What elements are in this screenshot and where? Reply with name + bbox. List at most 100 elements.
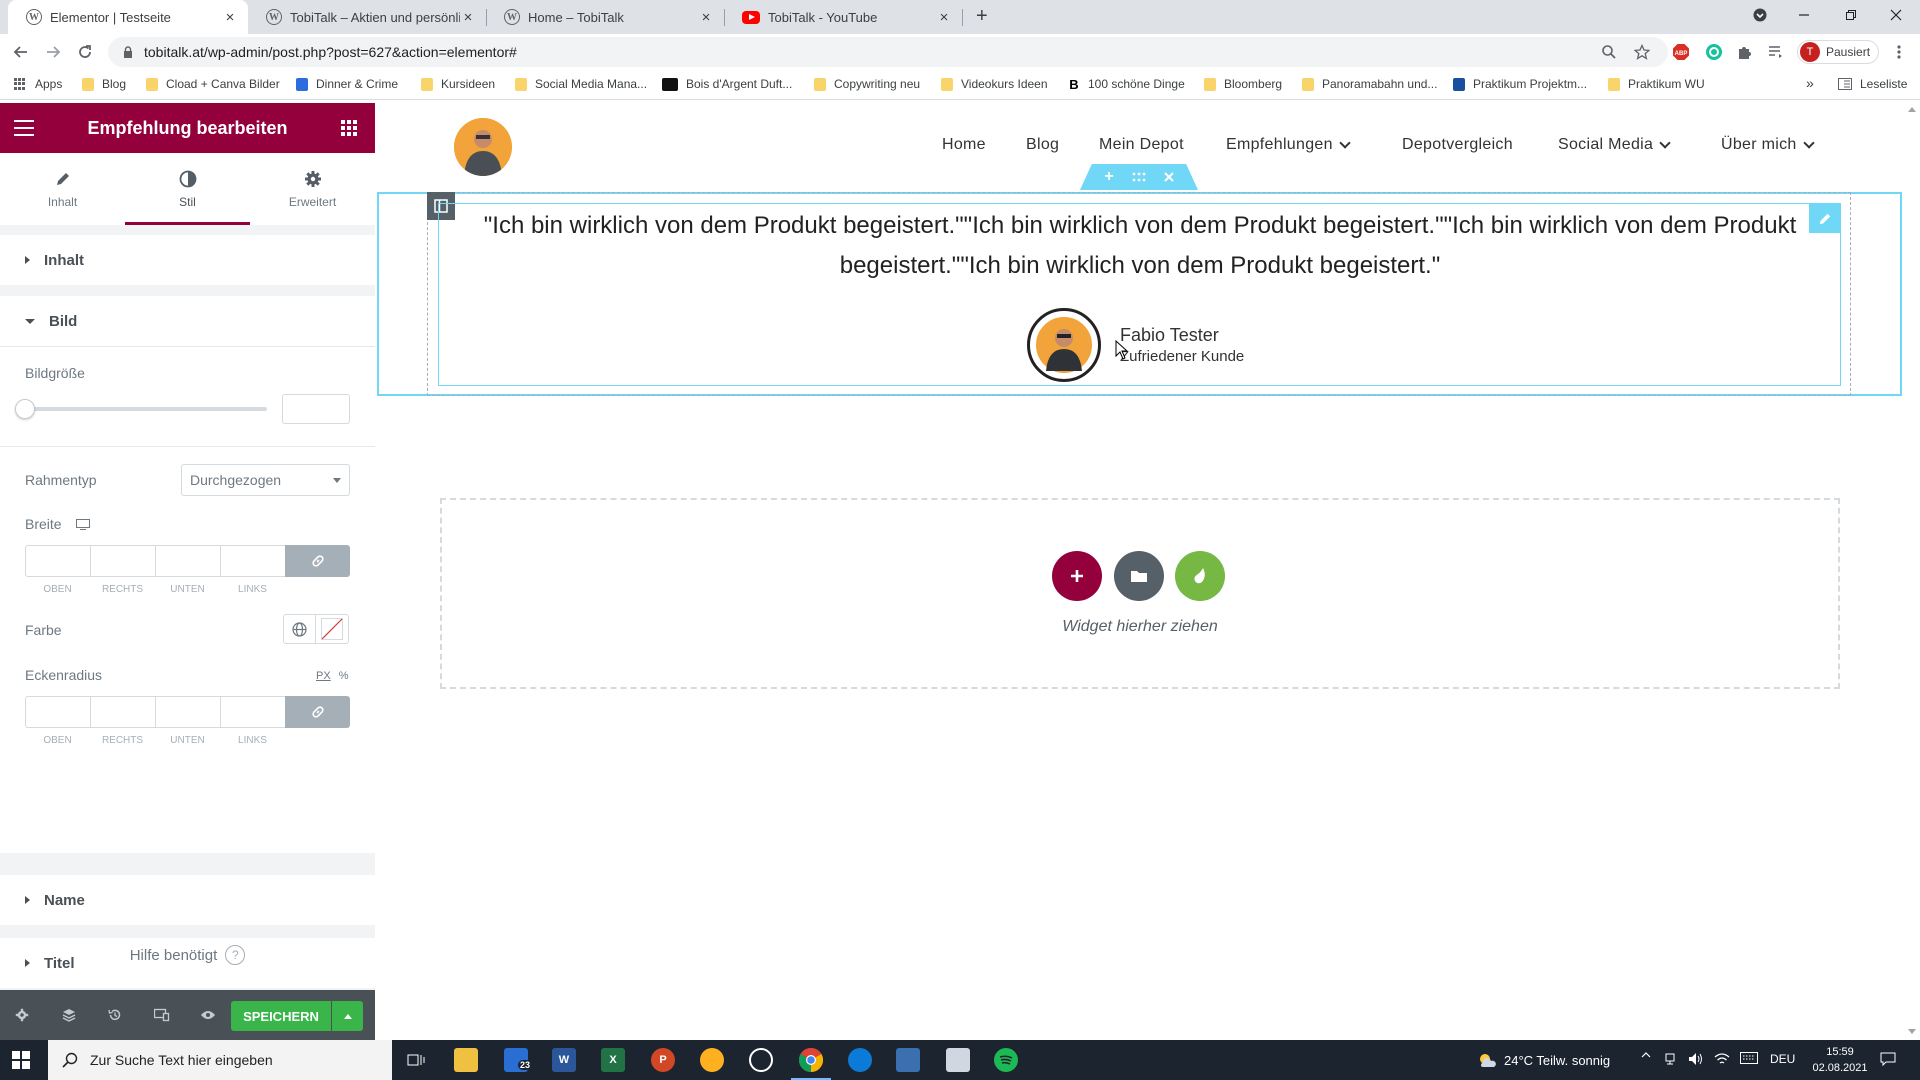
- tab-search-icon[interactable]: [1740, 0, 1780, 30]
- app-icon[interactable]: [896, 1048, 920, 1072]
- network-icon[interactable]: [1663, 1052, 1677, 1066]
- link-values-icon[interactable]: [285, 545, 350, 577]
- rahmentyp-select[interactable]: Durchgezogen: [181, 464, 350, 496]
- weather-widget[interactable]: 24°C Teilw. sonnig: [1478, 1052, 1610, 1068]
- tab-elementor-testseite[interactable]: W Elementor | Testseite ×: [8, 0, 248, 34]
- kebab-menu-icon[interactable]: [1888, 41, 1910, 63]
- bildgroesse-slider-track[interactable]: [25, 407, 267, 411]
- site-logo[interactable]: [454, 118, 512, 176]
- add-new-section-button[interactable]: [1052, 551, 1102, 601]
- radius-unten-input[interactable]: [155, 696, 220, 728]
- navigator-layers-icon[interactable]: [59, 1005, 79, 1025]
- edge-icon[interactable]: [848, 1048, 872, 1072]
- bildgroesse-slider-thumb[interactable]: [15, 399, 35, 419]
- forward-icon[interactable]: [39, 38, 67, 66]
- color-picker-swatch[interactable]: [316, 615, 348, 643]
- windows-start-icon[interactable]: [12, 1051, 30, 1069]
- bookmark-cload-canva[interactable]: Cload + Canva Bilder: [146, 77, 280, 91]
- restore-icon[interactable]: [1831, 0, 1871, 30]
- word-icon[interactable]: W: [552, 1048, 576, 1072]
- responsive-mode-icon[interactable]: [152, 1005, 172, 1025]
- section-name[interactable]: Name: [0, 875, 375, 925]
- add-template-button[interactable]: [1114, 551, 1164, 601]
- testimonial-author-title[interactable]: Zufriedener Kunde: [1120, 348, 1244, 365]
- profile-button[interactable]: T Pausiert: [1797, 40, 1879, 64]
- breite-rechts-input[interactable]: [90, 545, 155, 577]
- tab-home-tobitalk[interactable]: W Home – TobiTalk ×: [486, 0, 724, 34]
- save-button[interactable]: SPEICHERN: [231, 1001, 331, 1031]
- more-bookmarks-button[interactable]: »: [1806, 75, 1814, 91]
- reading-list-icon[interactable]: [1765, 41, 1787, 63]
- preview-scrollbar[interactable]: [1903, 103, 1920, 1040]
- close-window-icon[interactable]: [1876, 0, 1916, 30]
- add-section-icon[interactable]: +: [1104, 168, 1113, 186]
- history-icon[interactable]: [105, 1005, 125, 1025]
- save-options-button[interactable]: [332, 1001, 363, 1031]
- taskbar-search[interactable]: Zur Suche Text hier eingeben: [48, 1040, 392, 1080]
- nav-empfehlungen[interactable]: Empfehlungen: [1226, 136, 1351, 154]
- bookmark-videokurs[interactable]: Videokurs Ideen: [941, 77, 1048, 91]
- close-tab-icon[interactable]: ×: [222, 9, 238, 26]
- close-tab-icon[interactable]: ×: [460, 9, 476, 26]
- file-explorer-icon[interactable]: [454, 1048, 478, 1072]
- extensions-puzzle-icon[interactable]: [1734, 41, 1756, 63]
- radius-links-input[interactable]: [220, 696, 285, 728]
- bookmark-praktikum-projektm[interactable]: Praktikum Projektm...: [1453, 77, 1587, 91]
- delete-section-icon[interactable]: [1163, 172, 1174, 182]
- chrome-icon[interactable]: [791, 1048, 831, 1080]
- tab-inhalt[interactable]: Inhalt: [0, 153, 125, 225]
- radius-rechts-input[interactable]: [90, 696, 155, 728]
- tab-stil[interactable]: Stil: [125, 153, 250, 225]
- nav-depotvergleich[interactable]: Depotvergleich: [1402, 136, 1513, 154]
- breite-oben-input[interactable]: [25, 545, 90, 577]
- tab-tobitalk-aktien[interactable]: W TobiTalk – Aktien und persönliche ×: [248, 0, 486, 34]
- reading-list-button[interactable]: Leseliste: [1838, 77, 1907, 91]
- excel-icon[interactable]: X: [601, 1048, 625, 1072]
- language-indicator[interactable]: DEU: [1770, 1052, 1795, 1066]
- link-values-icon[interactable]: [285, 696, 350, 728]
- powerpoint-icon[interactable]: P: [651, 1048, 675, 1072]
- keyboard-icon[interactable]: [1740, 1052, 1758, 1064]
- obs-icon[interactable]: [749, 1048, 773, 1072]
- bookmark-bloomberg[interactable]: Bloomberg: [1204, 77, 1282, 91]
- breite-links-input[interactable]: [220, 545, 285, 577]
- bookmark-copywriting[interactable]: Copywriting neu: [814, 77, 920, 91]
- bookmark-panoramabahn[interactable]: Panoramabahn und...: [1302, 77, 1437, 91]
- close-tab-icon[interactable]: ×: [698, 9, 714, 26]
- volume-icon[interactable]: [1688, 1052, 1704, 1066]
- nav-mein-depot[interactable]: Mein Depot: [1099, 136, 1184, 154]
- reload-icon[interactable]: [71, 38, 99, 66]
- unit-percent[interactable]: %: [339, 670, 349, 682]
- scroll-down-icon[interactable]: [1908, 1029, 1916, 1034]
- bildgroesse-input[interactable]: [282, 394, 350, 424]
- spotify-icon[interactable]: [994, 1048, 1018, 1072]
- zoom-icon[interactable]: [1598, 41, 1620, 63]
- wifi-icon[interactable]: [1714, 1052, 1730, 1066]
- settings-gear-icon[interactable]: [12, 1005, 32, 1025]
- app-icon[interactable]: [700, 1048, 724, 1072]
- envato-kit-button[interactable]: [1175, 551, 1225, 601]
- notepad-icon[interactable]: [946, 1048, 970, 1072]
- breite-unten-input[interactable]: [155, 545, 220, 577]
- preview-eye-icon[interactable]: [198, 1005, 218, 1025]
- help-link[interactable]: Hilfe benötigt ?: [0, 945, 375, 965]
- nav-ueber-mich[interactable]: Über mich: [1721, 136, 1815, 154]
- unit-px[interactable]: PX: [316, 670, 331, 682]
- task-view-icon[interactable]: [404, 1048, 428, 1072]
- nav-home[interactable]: Home: [942, 136, 986, 154]
- bookmark-dinner-crime[interactable]: Dinner & Crime: [296, 77, 398, 91]
- address-bar[interactable]: tobitalk.at/wp-admin/post.php?post=627&a…: [108, 37, 1668, 67]
- bookmark-100-dinge[interactable]: B 100 schöne Dinge: [1068, 77, 1184, 92]
- bookmark-kursideen[interactable]: Kursideen: [421, 77, 495, 91]
- mail-icon[interactable]: 23: [504, 1048, 533, 1072]
- nav-social-media[interactable]: Social Media: [1558, 136, 1671, 154]
- section-inhalt[interactable]: Inhalt: [0, 235, 375, 285]
- bookmark-blog[interactable]: Blog: [82, 77, 126, 91]
- notifications-icon[interactable]: [1880, 1052, 1896, 1066]
- tab-tobitalk-youtube[interactable]: TobiTalk - YouTube ×: [724, 0, 962, 34]
- grammarly-icon[interactable]: [1703, 41, 1725, 63]
- section-bild-header[interactable]: Bild: [0, 296, 375, 346]
- nav-blog[interactable]: Blog: [1026, 136, 1059, 154]
- drag-section-icon[interactable]: [1132, 172, 1146, 182]
- bookmark-social-media[interactable]: Social Media Mana...: [515, 77, 647, 91]
